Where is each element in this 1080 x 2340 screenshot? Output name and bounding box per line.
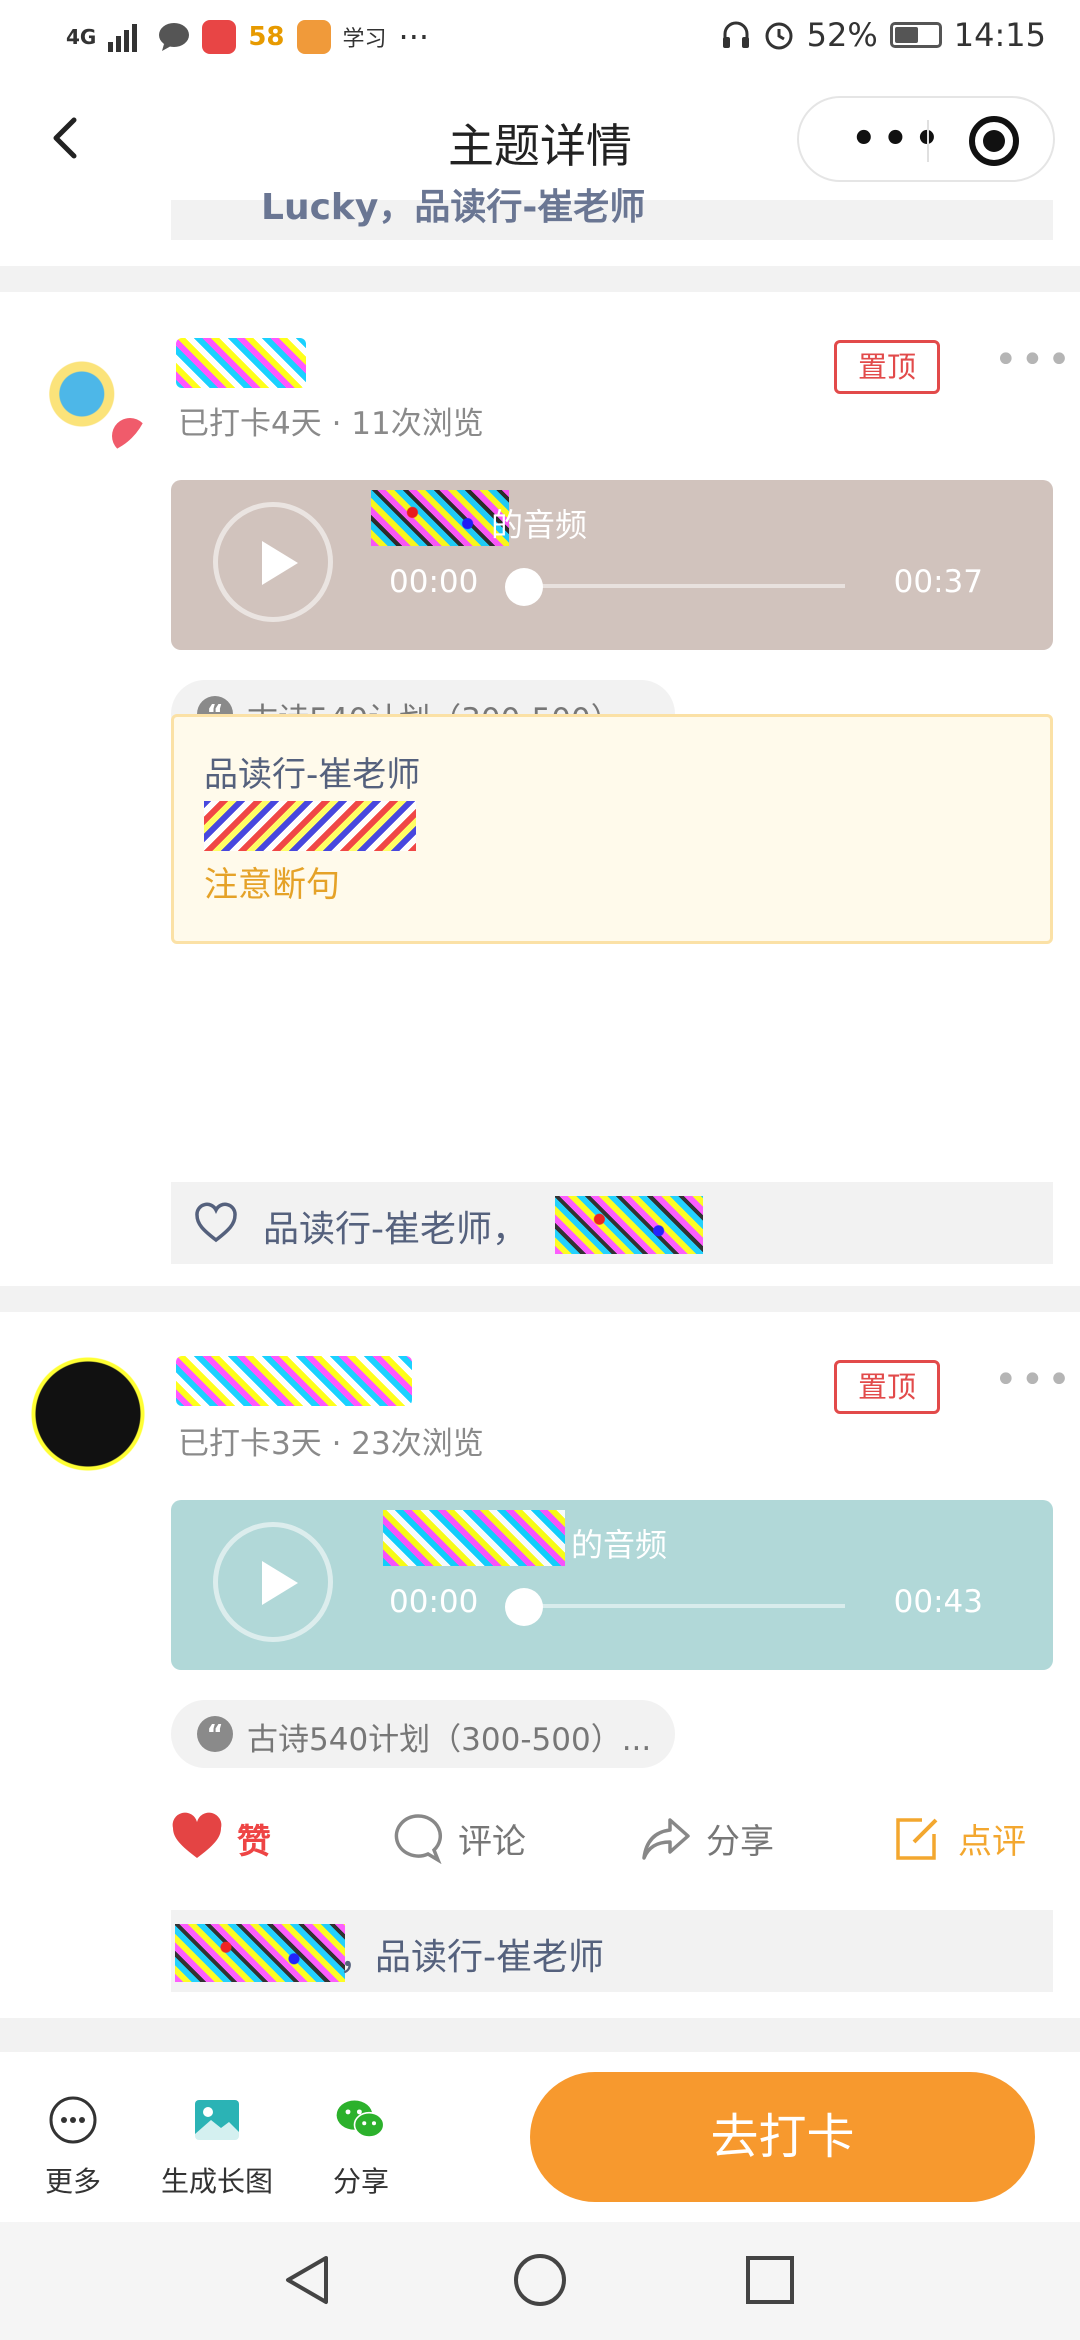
wechat-icon <box>336 2100 385 2138</box>
status-left: 4G 58 学习 ··· <box>66 18 429 56</box>
system-recents-icon[interactable] <box>744 2254 796 2306</box>
audio-title: 的音频 <box>571 1526 668 1564</box>
share-arrow-icon <box>642 1818 690 1860</box>
app-58-icon: 58 <box>248 22 285 52</box>
audio-progress-track[interactable] <box>523 1604 845 1608</box>
post-meta: 已打卡4天 · 11次浏览 <box>178 406 484 442</box>
pinned-badge: 置顶 <box>834 340 940 394</box>
check-in-button[interactable]: 去打卡 <box>530 2072 1035 2202</box>
previous-likers-row: Lucky，品读行-崔老师 <box>171 187 1053 240</box>
likers-text: ，品读行-崔老师 <box>339 1937 604 1978</box>
audio-player: 的音频 00:00 00:37 <box>171 480 1053 650</box>
more-circle-icon <box>49 2096 97 2144</box>
previous-post-fragment: Lucky，品读行-崔老师 <box>0 187 1080 266</box>
like-button[interactable]: 赞 <box>171 1812 271 1864</box>
status-right: 52% 14:15 <box>721 16 1046 54</box>
post-more-icon[interactable]: ••• <box>994 340 1074 380</box>
review-author[interactable]: 品读行-崔老师 <box>204 747 420 796</box>
share-button[interactable]: 分享 <box>640 1812 774 1864</box>
edit-review-icon <box>896 1818 938 1860</box>
bottom-action-bar: 更多 生成长图 分享 去打卡 <box>0 2052 1080 2222</box>
post-more-icon[interactable]: ••• <box>994 1360 1074 1400</box>
avatar[interactable] <box>26 332 150 456</box>
topic-tag-label: 古诗540计划（300-500）... <box>247 1722 652 1758</box>
audio-progress-track[interactable] <box>523 584 845 588</box>
post-card-1: 已打卡4天 · 11次浏览 置顶 ••• 的音频 00:00 00:37 “ 古… <box>0 292 1080 1286</box>
audio-duration: 00:37 <box>893 564 983 600</box>
wechat-share-button[interactable]: 分享 <box>296 2094 426 2200</box>
long-image-button[interactable]: 生成长图 <box>152 2094 282 2200</box>
alarm-icon <box>765 22 793 50</box>
post-meta: 已打卡3天 · 23次浏览 <box>178 1426 484 1462</box>
message-icon <box>159 23 190 51</box>
username-redacted[interactable] <box>176 338 306 388</box>
audio-progress-thumb[interactable] <box>505 1588 543 1626</box>
likers-row: ，品读行-崔老师 <box>171 1910 1053 1992</box>
more-notifications-icon: ··· <box>398 18 430 56</box>
more-button[interactable]: 更多 <box>8 2094 138 2200</box>
long-image-label: 生成长图 <box>160 2165 273 2198</box>
audio-player: 的音频 00:00 00:43 <box>171 1500 1053 1670</box>
share-label: 分享 <box>706 1821 774 1862</box>
audio-progress-thumb[interactable] <box>505 568 543 606</box>
quote-icon: “ <box>197 1716 233 1752</box>
battery-percent: 52% <box>806 16 878 54</box>
username-redacted[interactable] <box>176 1356 412 1406</box>
app-notification-icon <box>202 20 237 54</box>
review-button[interactable]: 点评 <box>892 1812 1026 1864</box>
pinned-badge: 置顶 <box>834 1360 940 1414</box>
liker-redacted <box>555 1196 703 1254</box>
status-bar: 4G 58 学习 ··· 52% 14:15 <box>0 0 1080 76</box>
play-icon[interactable] <box>213 1522 333 1642</box>
audio-owner-redacted <box>383 1510 565 1566</box>
avatar-badge <box>112 418 148 454</box>
system-navigation-bar <box>0 2222 1080 2340</box>
heart-filled-icon <box>172 1812 222 1858</box>
comment-button[interactable]: 评论 <box>392 1812 526 1864</box>
teacher-review-box: 品读行-崔老师 注意断句 <box>171 714 1053 944</box>
more-menu-icon[interactable]: ••• <box>851 119 946 159</box>
avatar[interactable] <box>26 1352 150 1476</box>
heart-outline-icon <box>195 1202 237 1243</box>
study-app-icon: 学习 <box>342 27 387 52</box>
image-icon <box>195 2100 239 2140</box>
battery-icon <box>889 22 942 48</box>
share-label: 分享 <box>332 2165 389 2198</box>
review-target-redacted <box>204 801 416 851</box>
capsule-divider <box>927 120 929 162</box>
likers-row: 品读行-崔老师， <box>171 1182 1053 1264</box>
post-card-2: 已打卡3天 · 23次浏览 置顶 ••• 的音频 00:00 00:43 “ 古… <box>0 1312 1080 2018</box>
audio-current-time: 00:00 <box>389 1584 479 1620</box>
signal-icon <box>108 24 138 52</box>
mini-program-capsule: ••• <box>797 96 1055 182</box>
system-home-icon[interactable] <box>512 2252 568 2308</box>
comment-label: 评论 <box>458 1821 526 1862</box>
audio-title: 的音频 <box>491 506 588 544</box>
review-message: 注意断句 <box>204 865 340 905</box>
likers-text: 品读行-崔老师， <box>263 1209 528 1250</box>
headset-icon <box>722 21 749 48</box>
topic-tag[interactable]: “ 古诗540计划（300-500）... <box>171 1700 675 1768</box>
review-label: 点评 <box>958 1821 1026 1862</box>
more-label: 更多 <box>44 2165 101 2198</box>
audio-owner-redacted <box>371 490 509 546</box>
audio-current-time: 00:00 <box>389 564 479 600</box>
clock: 14:15 <box>953 16 1046 54</box>
like-label: 赞 <box>237 1821 271 1862</box>
play-icon[interactable] <box>213 502 333 622</box>
video-app-icon <box>296 20 331 54</box>
comment-bubble-icon <box>394 1814 442 1864</box>
liker-redacted <box>175 1924 345 1982</box>
audio-duration: 00:43 <box>893 1584 983 1620</box>
previous-likers-text: Lucky，品读行-崔老师 <box>261 187 646 228</box>
close-program-icon[interactable] <box>969 116 1019 166</box>
network-indicator: 4G <box>66 25 97 49</box>
system-back-icon[interactable] <box>282 2252 334 2308</box>
